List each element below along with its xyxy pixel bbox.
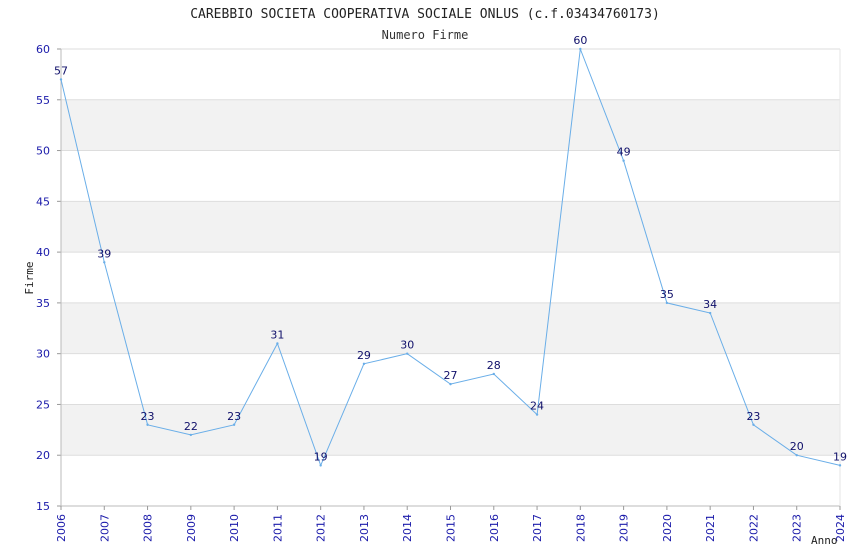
data-label-2013: 29	[357, 349, 371, 362]
data-label-2007: 39	[97, 247, 111, 260]
data-point-2021	[708, 311, 712, 315]
x-tick-label-2022: 2022	[747, 514, 760, 542]
data-point-2023	[795, 454, 798, 457]
data-point-2007	[103, 261, 106, 264]
data-point-2008	[146, 423, 149, 426]
y-tick-label-35: 35	[36, 297, 50, 310]
x-tick-label-2011: 2011	[271, 514, 284, 542]
data-point-2019	[622, 159, 625, 162]
data-label-2006: 57	[54, 64, 68, 77]
band-20	[61, 404, 840, 456]
y-tick-label-20: 20	[36, 449, 50, 462]
x-tick-label-2012: 2012	[315, 514, 328, 542]
data-point-2017	[535, 413, 539, 416]
data-label-2024: 19	[833, 450, 847, 463]
data-label-2015: 27	[444, 369, 458, 382]
data-point-2015	[449, 382, 452, 386]
plot-bands	[61, 99, 840, 456]
y-axis-title: Firme	[23, 261, 36, 294]
data-label-2016: 28	[487, 359, 501, 372]
x-tick-label-2015: 2015	[445, 514, 458, 542]
band-50	[61, 99, 840, 151]
y-tick-label-45: 45	[36, 195, 50, 208]
band-40	[61, 201, 840, 253]
data-point-2012	[319, 464, 322, 467]
chart-subtitle: Numero Firme	[382, 28, 469, 42]
data-label-2014: 30	[400, 339, 414, 352]
data-label-2010: 23	[227, 410, 241, 423]
x-tick-label-2021: 2021	[704, 514, 717, 542]
data-label-2019: 49	[617, 146, 631, 159]
x-tick-label-2020: 2020	[661, 514, 674, 542]
x-tick-label-2017: 2017	[531, 514, 544, 542]
data-point-2016	[492, 372, 495, 376]
data-label-2020: 35	[660, 288, 674, 301]
data-point-2011	[276, 342, 279, 345]
data-label-2011: 31	[270, 329, 284, 342]
y-tick-labels: 15 20 25 30 35 40 45 50 55 60	[36, 43, 50, 513]
x-tick-label-2007: 2007	[98, 514, 111, 542]
data-label-2023: 20	[790, 440, 804, 453]
data-label-2017: 24	[530, 400, 544, 413]
y-tick-label-25: 25	[36, 398, 50, 411]
y-tick-label-40: 40	[36, 246, 50, 259]
x-tick-label-2019: 2019	[618, 514, 631, 542]
y-tick-label-50: 50	[36, 145, 50, 158]
data-point-2024	[838, 464, 842, 467]
x-tick-label-2013: 2013	[358, 514, 371, 542]
x-tick-label-2018: 2018	[574, 514, 587, 542]
x-tick-label-2006: 2006	[55, 514, 68, 542]
data-label-2018: 60	[573, 34, 587, 47]
y-tick-label-60: 60	[36, 43, 50, 56]
data-point-2010	[232, 423, 236, 426]
data-label-2008: 23	[141, 410, 155, 423]
y-tick-label-55: 55	[36, 94, 50, 107]
x-tick-label-2010: 2010	[228, 514, 241, 542]
line-chart: CAREBBIO SOCIETA COOPERATIVA SOCIALE ONL…	[23, 7, 847, 547]
x-tick-label-2009: 2009	[185, 514, 198, 542]
chart-title: CAREBBIO SOCIETA COOPERATIVA SOCIALE ONL…	[190, 7, 660, 22]
data-point-2006	[59, 78, 63, 81]
x-tick-label-2008: 2008	[142, 514, 155, 542]
data-label-2012: 19	[314, 450, 328, 463]
x-tick-label-2016: 2016	[488, 514, 501, 542]
data-point-2013	[362, 362, 366, 366]
x-axis-title: Anno	[811, 534, 838, 547]
data-point-2014	[406, 352, 409, 355]
x-tick-labels: 2006 2007 2008 2009 2010 2011 2012 2013 2014 2015…	[55, 514, 847, 542]
y-tick-label-30: 30	[36, 348, 50, 361]
x-tick-label-2023: 2023	[791, 514, 804, 542]
data-point-2009	[189, 433, 193, 437]
data-label-2021: 34	[703, 298, 717, 311]
data-point-2020	[665, 301, 669, 305]
x-tick-label-2014: 2014	[401, 514, 414, 542]
data-point-2018	[579, 47, 582, 51]
data-label-2009: 22	[184, 420, 198, 433]
data-point-2022	[752, 423, 755, 426]
data-label-2022: 23	[746, 410, 760, 423]
y-tick-label-15: 15	[36, 500, 50, 513]
